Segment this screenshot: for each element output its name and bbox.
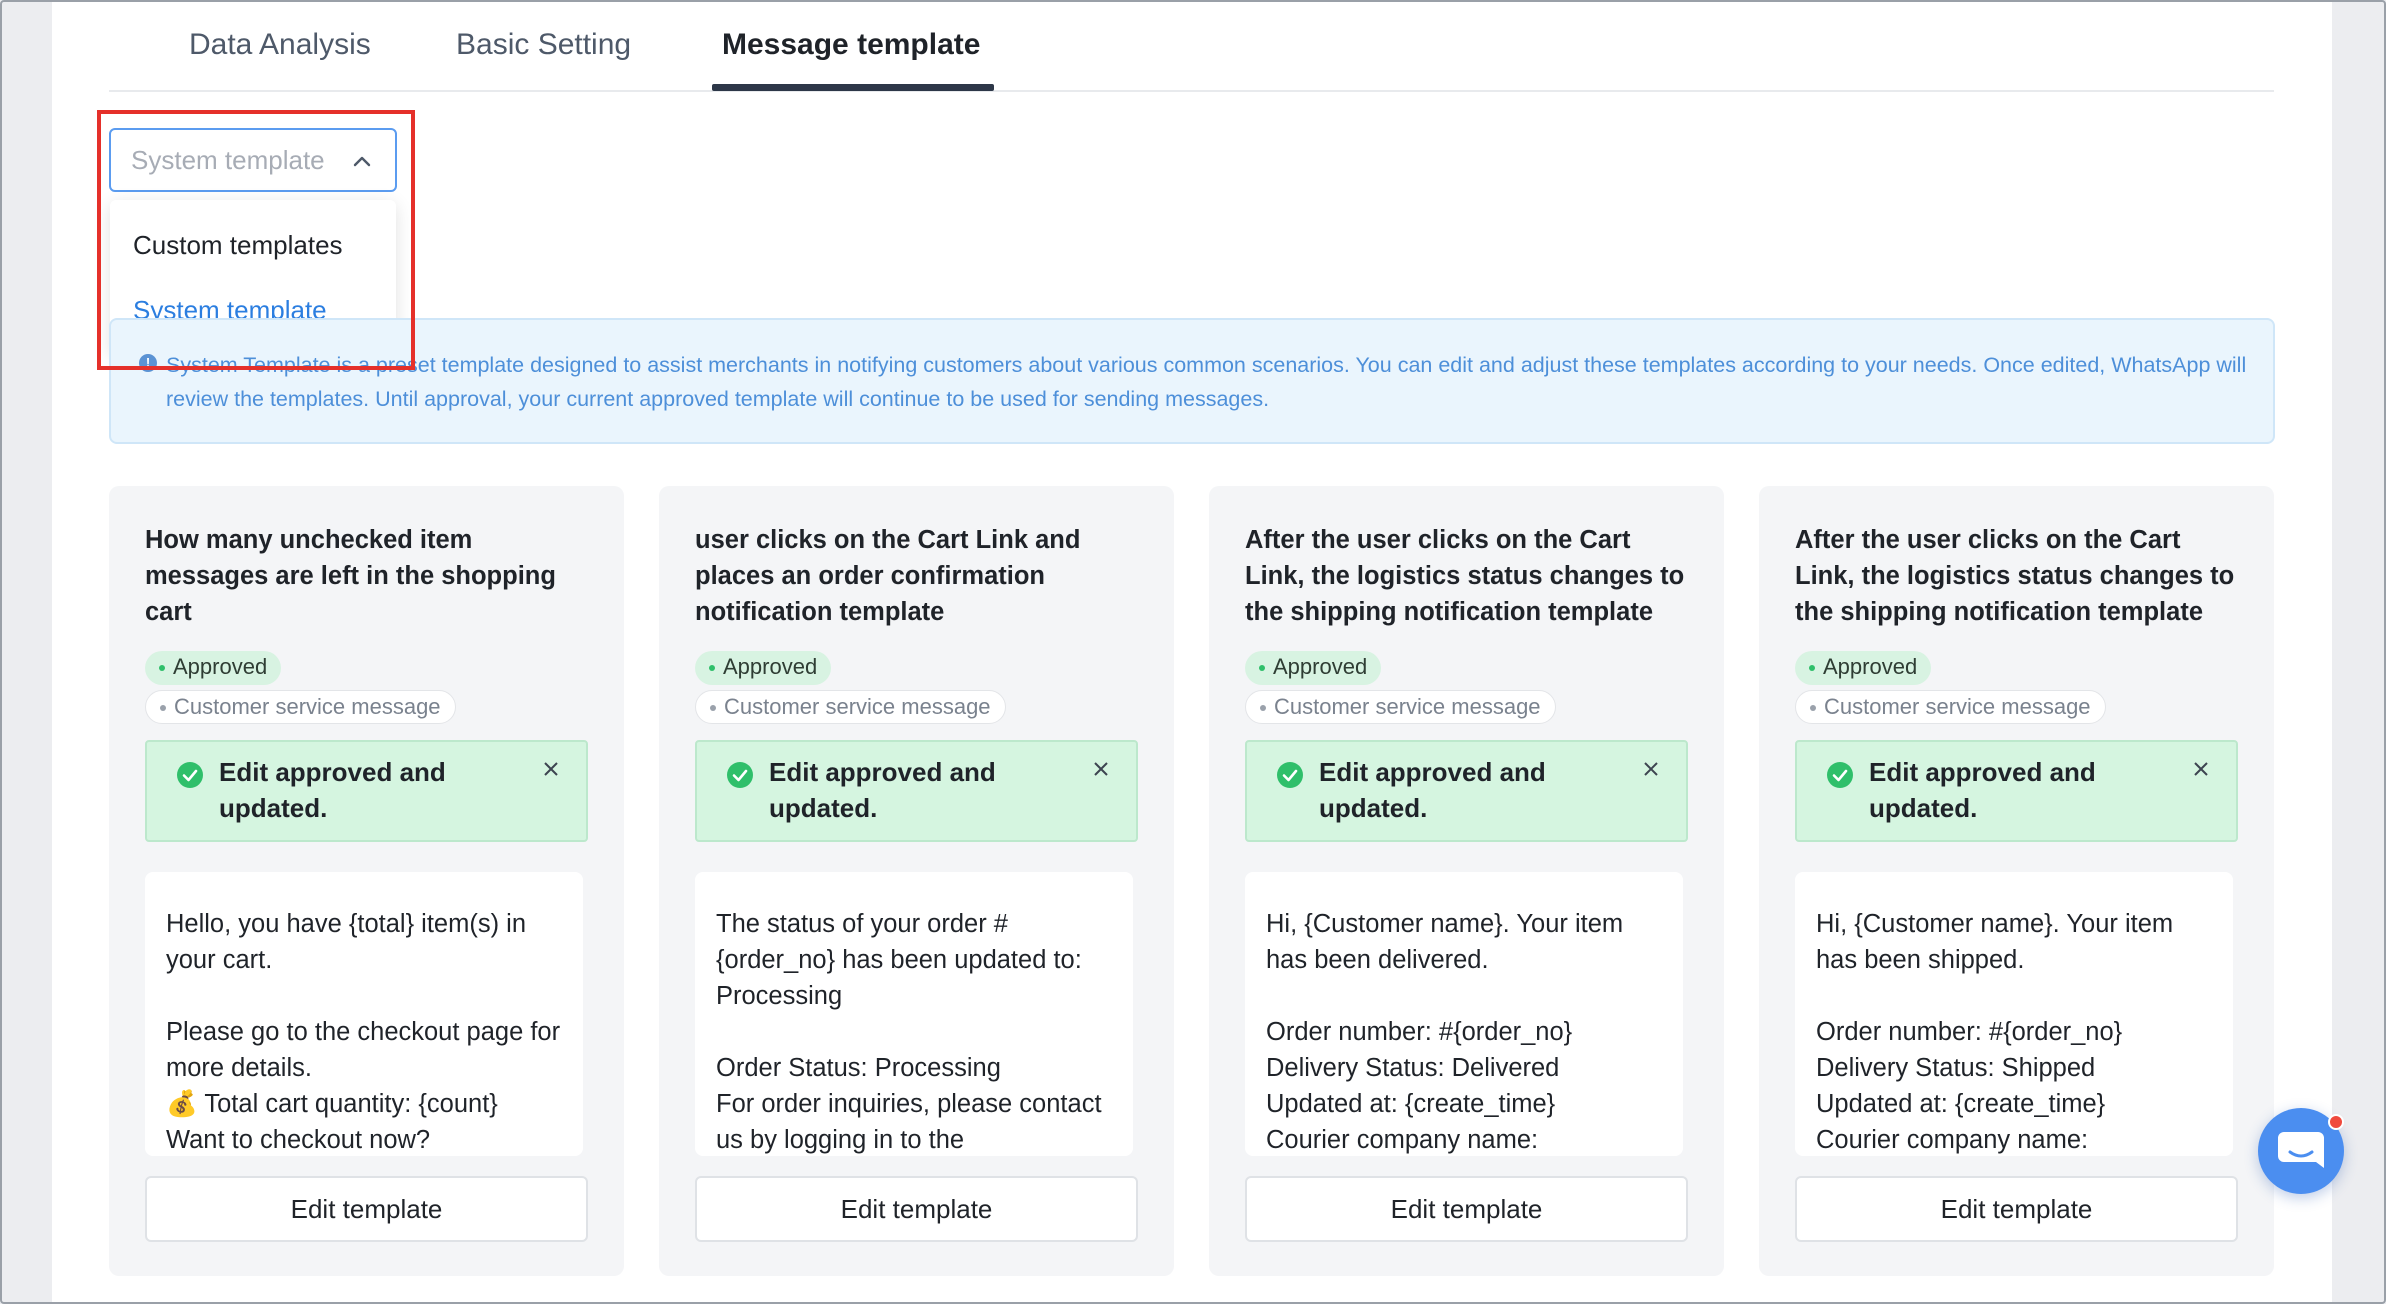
message-preview: The status of your order #{order_no} has… [695,872,1133,1156]
card-title: How many unchecked item messages are lef… [145,526,556,626]
template-card: How many unchecked item messages are lef… [109,486,624,1276]
status-badge: Approved [1795,651,1932,685]
info-banner: ! System Template is a preset template d… [109,318,2275,444]
success-alert: Edit approved and updated. [695,740,1138,842]
message-preview-text: Hello, you have {total} item(s) in your … [166,910,561,1154]
close-icon[interactable] [2192,760,2210,778]
edit-template-button[interactable]: Edit template [145,1176,588,1242]
close-icon[interactable] [1092,760,1110,778]
tab-basic-setting[interactable]: Basic Setting [456,22,631,68]
edit-template-button[interactable]: Edit template [1245,1176,1688,1242]
alert-text: Edit approved and updated. [1869,757,2096,823]
type-badge: Customer service message [145,690,456,724]
notification-dot [2328,1114,2344,1130]
active-tab-indicator [712,84,994,91]
check-circle-icon [1277,762,1303,788]
close-icon[interactable] [1642,760,1660,778]
check-circle-icon [177,762,203,788]
success-alert: Edit approved and updated. [145,740,588,842]
message-preview-text: Hi, {Customer name}. Your item has been … [1816,910,2174,1154]
alert-text: Edit approved and updated. [1319,757,1546,823]
status-badge: Approved [145,651,282,685]
card-title: user clicks on the Cart Link and places … [695,526,1081,626]
card-title: After the user clicks on the Cart Link, … [1795,526,2235,626]
close-icon[interactable] [542,760,560,778]
template-card: After the user clicks on the Cart Link, … [1209,486,1724,1276]
success-alert: Edit approved and updated. [1245,740,1688,842]
message-preview: Hi, {Customer name}. Your item has been … [1245,872,1683,1156]
info-banner-text: System Template is a preset template des… [166,353,2247,411]
page: Data Analysis Basic Setting Message temp… [52,0,2332,1304]
edit-template-button[interactable]: Edit template [695,1176,1138,1242]
message-preview-text: The status of your order #{order_no} has… [716,910,1102,1154]
check-circle-icon [1827,762,1853,788]
tab-message-template[interactable]: Message template [722,22,980,68]
template-card: After the user clicks on the Cart Link, … [1759,486,2274,1276]
card-title: After the user clicks on the Cart Link, … [1245,526,1685,626]
tab-bar: Data Analysis Basic Setting Message temp… [109,0,2274,92]
status-badge: Approved [1245,651,1382,685]
message-preview: Hi, {Customer name}. Your item has been … [1795,872,2233,1156]
tab-data-analysis[interactable]: Data Analysis [189,22,371,68]
alert-text: Edit approved and updated. [769,757,996,823]
highlight-box [97,110,415,370]
template-card: user clicks on the Cart Link and places … [659,486,1174,1276]
message-preview-text: Hi, {Customer name}. Your item has been … [1266,910,1624,1154]
status-badge: Approved [695,651,832,685]
alert-text: Edit approved and updated. [219,757,446,823]
type-badge: Customer service message [1245,690,1556,724]
type-badge: Customer service message [1795,690,2106,724]
check-circle-icon [727,762,753,788]
message-preview: Hello, you have {total} item(s) in your … [145,872,583,1156]
success-alert: Edit approved and updated. [1795,740,2238,842]
edit-template-button[interactable]: Edit template [1795,1176,2238,1242]
type-badge: Customer service message [695,690,1006,724]
